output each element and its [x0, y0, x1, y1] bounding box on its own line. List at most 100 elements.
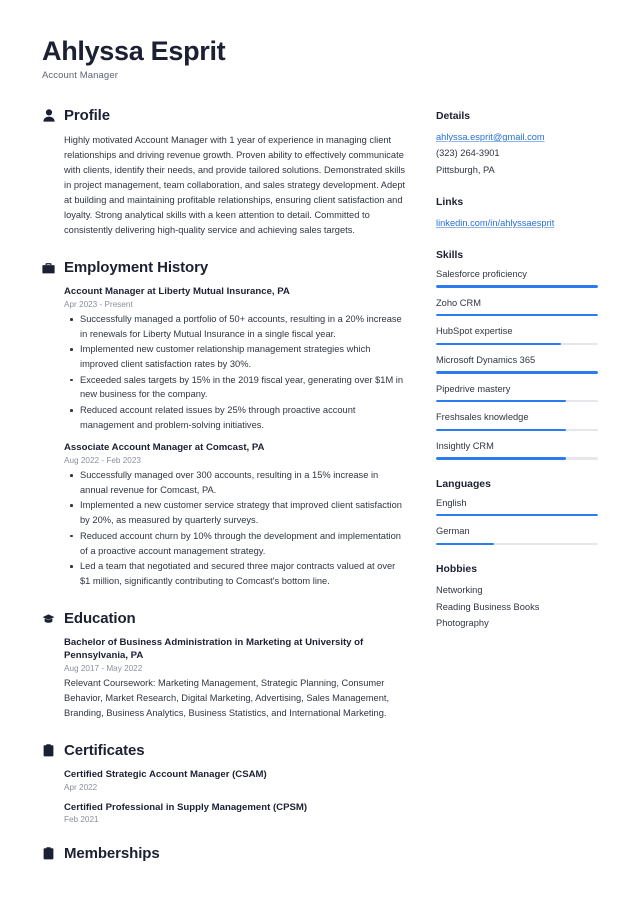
- language-bar-track: [436, 513, 598, 517]
- section-certificates-title: Certificates: [64, 741, 145, 759]
- main-column: Profile Highly motivated Account Manager…: [42, 107, 408, 883]
- education-entry: Bachelor of Business Administration in M…: [64, 636, 408, 721]
- skill-bar-fill: [436, 371, 598, 374]
- language-bar-fill: [436, 542, 495, 546]
- employment-entry-date: Apr 2023 - Present: [64, 299, 133, 309]
- section-employment: Employment History Account Manager at Li…: [42, 259, 408, 588]
- employment-entry-date: Aug 2022 - Feb 2023: [64, 456, 141, 466]
- resume-header: Ahlyssa Esprit Account Manager: [42, 36, 598, 81]
- sidebar-skills-title: Skills: [436, 250, 464, 262]
- sidebar-links: Links linkedin.com/in/ahlyssaesprit: [436, 197, 598, 231]
- candidate-job-title: Account Manager: [42, 70, 118, 82]
- profile-text: Highly motivated Account Manager with 1 …: [64, 135, 406, 236]
- certificate-date: Apr 2022: [64, 782, 98, 792]
- section-memberships-header: Memberships: [42, 845, 408, 862]
- language-bar-track: [436, 542, 598, 546]
- skill-label: Microsoft Dynamics 365: [436, 355, 536, 366]
- section-education: Education Bachelor of Business Administr…: [42, 610, 408, 721]
- certificate-date: Feb 2021: [64, 815, 99, 825]
- sidebar-languages-title: Languages: [436, 478, 491, 490]
- employment-entry-bullets: Successfully managed a portfolio of 50+ …: [64, 312, 408, 433]
- section-profile-title: Profile: [64, 107, 110, 125]
- language-item: German: [436, 525, 598, 546]
- skill-label: Insightly CRM: [436, 441, 494, 452]
- resume-body: Profile Highly motivated Account Manager…: [42, 107, 598, 883]
- section-memberships: Memberships: [42, 845, 408, 862]
- email-link[interactable]: ahlyssa.esprit@gmail.com: [436, 129, 598, 145]
- section-education-header: Education: [42, 610, 408, 627]
- skill-bar-fill: [436, 399, 566, 403]
- section-certificates: Certificates Certified Strategic Account…: [42, 742, 408, 824]
- briefcase-icon: [42, 261, 55, 275]
- skill-item: Zoho CRM: [436, 297, 598, 317]
- section-profile-header: Profile: [42, 107, 408, 124]
- skill-item: Salesforce proficiency: [436, 268, 598, 288]
- employment-entry-title: Associate Account Manager at Comcast, PA: [64, 442, 265, 454]
- graduation-cap-icon: [42, 611, 55, 625]
- section-certificates-header: Certificates: [42, 742, 408, 759]
- clipboard-icon: [42, 847, 55, 861]
- skill-bar-track: [436, 428, 598, 432]
- bullet-item: Implemented a new customer service strat…: [64, 498, 408, 527]
- employment-entry: Account Manager at Liberty Mutual Insura…: [64, 285, 408, 432]
- language-item: English: [436, 497, 598, 517]
- skill-bar-track: [436, 457, 598, 460]
- hobby-item: Reading Business Books: [436, 601, 540, 612]
- person-icon: [42, 109, 55, 123]
- hobby-item: Photography: [436, 618, 489, 629]
- certificate-entry: Certified Professional in Supply Managem…: [64, 801, 408, 825]
- sidebar-details-title: Details: [436, 111, 471, 123]
- education-entry-title: Bachelor of Business Administration in M…: [64, 636, 364, 662]
- candidate-name: Ahlyssa Esprit: [42, 36, 226, 66]
- skill-bar-track: [436, 285, 598, 288]
- bullet-item: Successfully managed a portfolio of 50+ …: [64, 312, 408, 341]
- language-label: English: [436, 497, 467, 508]
- bullet-item: Reduced account churn by 10% through the…: [64, 529, 408, 558]
- certificate-title: Certified Professional in Supply Managem…: [64, 801, 308, 813]
- sidebar-links-title: Links: [436, 196, 464, 208]
- linkedin-link[interactable]: linkedin.com/in/ahlyssaesprit: [436, 215, 598, 231]
- section-employment-header: Employment History: [42, 259, 408, 276]
- language-label: German: [436, 526, 470, 537]
- skill-bar-fill: [436, 285, 598, 288]
- bullet-item: Exceeded sales targets by 15% in the 201…: [64, 373, 408, 402]
- section-profile: Profile Highly motivated Account Manager…: [42, 107, 408, 238]
- skill-bar-fill: [436, 457, 566, 460]
- clipboard-icon: [42, 743, 55, 757]
- skill-label: Zoho CRM: [436, 297, 481, 308]
- skill-bar-track: [436, 313, 598, 317]
- sidebar-languages: Languages English German: [436, 478, 598, 546]
- skill-label: HubSpot expertise: [436, 326, 513, 337]
- employment-entry-bullets: Successfully managed over 300 accounts, …: [64, 468, 408, 589]
- skill-bar-fill: [436, 428, 566, 432]
- section-education-body: Bachelor of Business Administration in M…: [42, 636, 408, 721]
- section-employment-title: Employment History: [64, 259, 209, 277]
- sidebar-details: Details ahlyssa.esprit@gmail.com (323) 2…: [436, 111, 598, 178]
- skill-bar-fill: [436, 313, 598, 317]
- skill-item: Pipedrive mastery: [436, 383, 598, 403]
- section-profile-body: Highly motivated Account Manager with 1 …: [42, 133, 408, 238]
- education-entry-date: Aug 2017 - May 2022: [64, 663, 143, 673]
- skill-bar-track: [436, 371, 598, 374]
- bullet-item: Reduced account related issues by 25% th…: [64, 403, 408, 432]
- employment-entry: Associate Account Manager at Comcast, PA…: [64, 441, 408, 588]
- phone-value: (323) 264-3901: [436, 148, 500, 159]
- education-entry-description: Relevant Coursework: Marketing Managemen…: [64, 677, 390, 718]
- sidebar-hobbies-title: Hobbies: [436, 564, 477, 576]
- employment-entry-title: Account Manager at Liberty Mutual Insura…: [64, 286, 290, 298]
- language-bar-fill: [436, 513, 598, 517]
- skill-item: HubSpot expertise: [436, 325, 598, 346]
- skill-bar-track: [436, 342, 598, 346]
- skill-bar-fill: [436, 342, 561, 346]
- certificate-title: Certified Strategic Account Manager (CSA…: [64, 768, 267, 780]
- skill-label: Pipedrive mastery: [436, 383, 511, 394]
- skill-item: Freshsales knowledge: [436, 411, 598, 432]
- location-value: Pittsburgh, PA: [436, 164, 495, 175]
- sidebar-hobbies: Hobbies Networking Reading Business Book…: [436, 564, 598, 632]
- section-memberships-title: Memberships: [64, 845, 160, 863]
- certificate-entry: Certified Strategic Account Manager (CSA…: [64, 768, 408, 792]
- sidebar-skills: Skills Salesforce proficiency Zoho CRM H…: [436, 250, 598, 460]
- hobby-item: Networking: [436, 585, 483, 596]
- bullet-item: Implemented new customer relationship ma…: [64, 342, 408, 371]
- resume-page: Ahlyssa Esprit Account Manager Profile H…: [0, 0, 640, 905]
